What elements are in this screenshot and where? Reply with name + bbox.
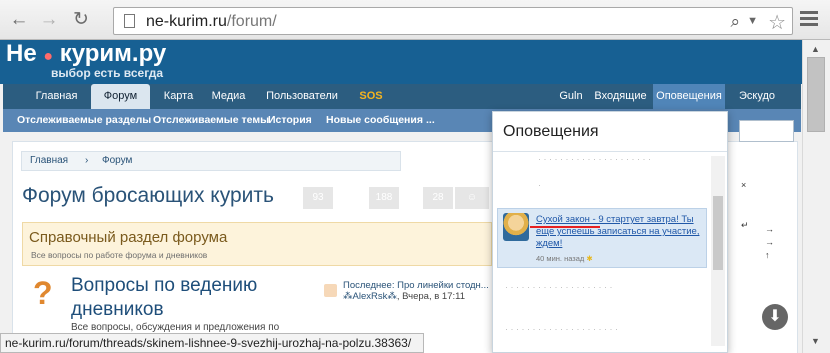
avatar[interactable] (503, 213, 529, 241)
alerts-popup-title: Оповещения (503, 123, 599, 140)
alert-item-faded: · (538, 180, 541, 190)
page-scroll-thumb[interactable] (807, 57, 825, 132)
alert-item-faded: · · · · · · · · · · · · · · · · · · · · … (538, 154, 651, 164)
menu-icon[interactable] (800, 11, 818, 27)
address-bar[interactable]: ne-kurim.ru/forum/ ⌕ ▼ ☆ (113, 7, 793, 35)
highlight-underline (530, 226, 600, 228)
alert-item-faded: · · · · · · · · · · · · · · · · · · · · (505, 282, 613, 292)
dropdown-caret-icon[interactable]: ▼ (747, 15, 758, 27)
search-field[interactable] (739, 120, 794, 142)
ok-share-count[interactable]: 28 (423, 187, 453, 209)
browser-toolbar: ← → ↻ ne-kurim.ru/forum/ ⌕ ▼ ☆ (0, 0, 830, 40)
arrow-icon: × (741, 180, 747, 190)
vk-share-count[interactable]: 93 (303, 187, 333, 209)
scroll-up-icon[interactable]: ▲ (811, 44, 820, 54)
logo-word-2: курим.ру (59, 40, 167, 67)
page-icon (124, 14, 135, 28)
scroll-down-button[interactable]: ⬇ (762, 304, 788, 330)
last-post-label: Последнее: (343, 280, 395, 291)
status-bar-url: ne-kurim.ru/forum/threads/skinem-lishnee… (0, 333, 424, 353)
url-path: /forum/ (226, 13, 277, 30)
alert-time-text: 40 мин. назад (536, 254, 585, 263)
back-icon[interactable]: ← (8, 9, 30, 31)
main-navigation: Главная Форум Карта Медиа Пользователи S… (3, 84, 801, 109)
question-icon: ? (33, 275, 53, 311)
popup-scroll-thumb[interactable] (713, 196, 723, 270)
alerts-popup-header: Оповещения (493, 112, 727, 152)
bookmark-star-icon[interactable]: ☆ (768, 10, 786, 35)
breadcrumb-forum[interactable]: Форум (102, 155, 132, 166)
breadcrumb-home[interactable]: Главная (30, 155, 68, 166)
tab-alerts[interactable]: Оповещения (653, 84, 725, 109)
last-post-info: Последнее: Про линейки стодн... ⁂AlexRsk… (343, 280, 493, 302)
tab-escudo[interactable]: Эскудо (730, 84, 784, 109)
arrow-icon: → (765, 224, 774, 234)
subtab-more[interactable]: ... (426, 109, 435, 132)
breadcrumb: Главная › Форум (21, 151, 401, 171)
tab-users[interactable]: Пользователи (261, 84, 343, 109)
help-forum-box[interactable]: Справочный раздел форума Все вопросы по … (22, 222, 492, 266)
arrow-icon: → (765, 237, 774, 247)
last-post-time: , Вчера, в 17:11 (396, 291, 465, 302)
alert-time: 40 мин. назад ✱ (536, 254, 593, 263)
subtab-watched-threads[interactable]: Отслеживаемые темы (153, 109, 269, 132)
tab-home[interactable]: Главная (29, 84, 84, 109)
logo-word: Не (6, 40, 37, 67)
alert-item[interactable]: Сухой закон - 9 стартует завтра! Ты еще … (497, 208, 707, 268)
alert-link[interactable]: Сухой закон - 9 стартует завтра! Ты еще … (536, 214, 706, 250)
tab-inbox[interactable]: Входящие (593, 84, 648, 109)
subtab-history[interactable]: История (268, 109, 312, 132)
zoom-icon[interactable]: ⌕ (730, 12, 740, 32)
lips-icon: ● (43, 48, 54, 65)
arrow-icon: ↑ (765, 250, 770, 260)
page-scrollbar[interactable]: ▲ ▼ (802, 40, 830, 353)
alert-item-faded: · · · · · · · · · · · · · · · · · · · · … (505, 324, 618, 334)
alerts-popup: Оповещения · · · · · · · · · · · · · · ·… (492, 111, 728, 353)
logo-tagline: выбор есть всегда (51, 66, 164, 80)
help-forum-desc: Все вопросы по работе форума и дневников (31, 250, 208, 260)
url-host: ne-kurim.ru (146, 13, 227, 30)
subtab-new-posts[interactable]: Новые сообщения (326, 109, 423, 132)
star-icon: ✱ (586, 254, 593, 263)
last-post-link[interactable]: Про линейки стодн... (397, 280, 489, 291)
scroll-down-icon[interactable]: ▼ (811, 336, 820, 346)
last-post-author[interactable]: ⁂AlexRsk⁂ (343, 291, 397, 302)
popup-scrollbar[interactable] (711, 156, 725, 346)
reload-icon[interactable]: ↻ (70, 9, 92, 31)
forum-node-desc: Все вопросы, обсуждения и предложения по (71, 322, 280, 333)
facebook-share-count[interactable]: 188 (369, 187, 399, 209)
page-title: Форум бросающих курить (22, 184, 274, 207)
forum-node-title[interactable]: Вопросы по ведению дневников (71, 274, 331, 322)
site-logo[interactable]: Не ● курим.ру выбор есть всегда (6, 40, 167, 80)
tab-forum[interactable]: Форум (91, 84, 150, 109)
tab-media[interactable]: Медиа (206, 84, 251, 109)
share-button[interactable]: ☺ (455, 187, 489, 209)
arrow-icon: ↵ (741, 220, 749, 230)
site-header: Не ● курим.ру выбор есть всегда (0, 40, 802, 84)
tab-user-guln[interactable]: Guln (555, 84, 587, 109)
subtab-watched-forums[interactable]: Отслеживаемые разделы (17, 109, 151, 132)
breadcrumb-separator: › (85, 155, 89, 166)
tab-sos[interactable]: SOS (355, 84, 387, 109)
forward-icon[interactable]: → (38, 9, 60, 31)
tab-map[interactable]: Карта (156, 84, 201, 109)
rss-icon[interactable] (324, 284, 337, 297)
help-forum-title: Справочный раздел форума (29, 229, 228, 246)
